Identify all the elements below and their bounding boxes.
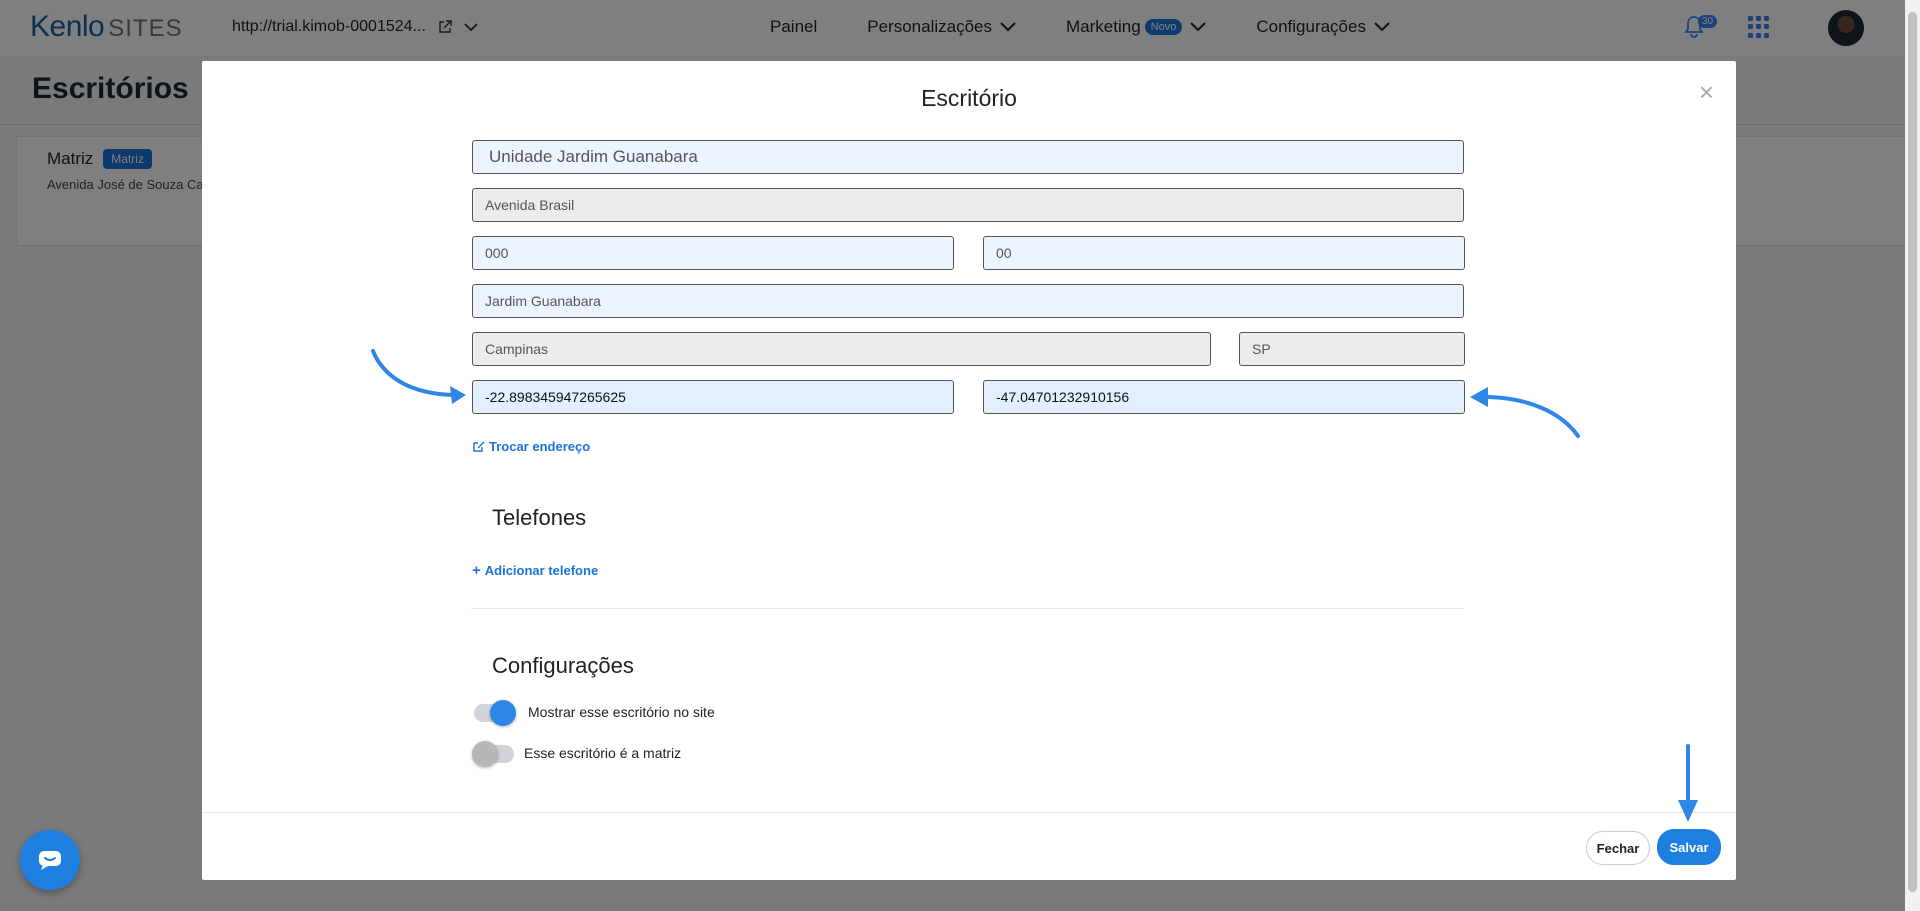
edit-icon — [473, 441, 485, 452]
annotation-arrow-left — [371, 349, 466, 404]
save-button[interactable]: Salvar — [1657, 829, 1721, 865]
chat-widget-button[interactable] — [20, 830, 80, 890]
phones-title: Telefones — [492, 505, 587, 530]
change-address-link[interactable]: Trocar endereço — [472, 439, 590, 454]
close-button[interactable]: Fechar — [1586, 831, 1650, 865]
annotation-arrow-down — [1678, 744, 1698, 822]
office-modal: Escritório × Unidade Jardim Guanabara Av… — [202, 61, 1736, 880]
show-office-label: Mostrar esse escritório no site — [528, 704, 715, 720]
complement-input[interactable]: 00 — [983, 236, 1465, 270]
state-input[interactable]: SP — [1239, 332, 1465, 366]
plus-icon: + — [472, 562, 481, 579]
neighborhood-input[interactable]: Jardim Guanabara — [472, 284, 1464, 318]
office-name-input[interactable]: Unidade Jardim Guanabara — [472, 140, 1464, 174]
settings-title: Configurações — [492, 653, 634, 678]
add-phone-link[interactable]: + Adicionar telefone — [472, 562, 598, 579]
show-office-toggle[interactable] — [474, 700, 516, 726]
modal-footer-divider — [202, 812, 1736, 813]
chat-icon — [39, 851, 61, 870]
page-scrollbar[interactable] — [1905, 0, 1920, 911]
modal-title: Escritório — [921, 85, 1017, 111]
number-input[interactable]: 000 — [472, 236, 954, 270]
toggle-knob — [490, 700, 516, 726]
longitude-input[interactable]: -47.04701232910156 — [983, 380, 1465, 414]
street-input[interactable]: Avenida Brasil — [472, 188, 1464, 222]
close-icon[interactable]: × — [1699, 77, 1714, 108]
city-input[interactable]: Campinas — [472, 332, 1211, 366]
toggle-knob — [472, 741, 498, 767]
latitude-input[interactable]: -22.898345947265625 — [472, 380, 954, 414]
change-address-label: Trocar endereço — [489, 439, 591, 454]
main-office-toggle[interactable] — [472, 741, 514, 767]
add-phone-label: Adicionar telefone — [484, 563, 599, 578]
annotation-arrow-right — [1470, 387, 1580, 438]
scrollbar-thumb[interactable] — [1908, 12, 1917, 892]
main-office-label: Esse escritório é a matriz — [524, 745, 682, 761]
section-divider — [471, 608, 1464, 609]
